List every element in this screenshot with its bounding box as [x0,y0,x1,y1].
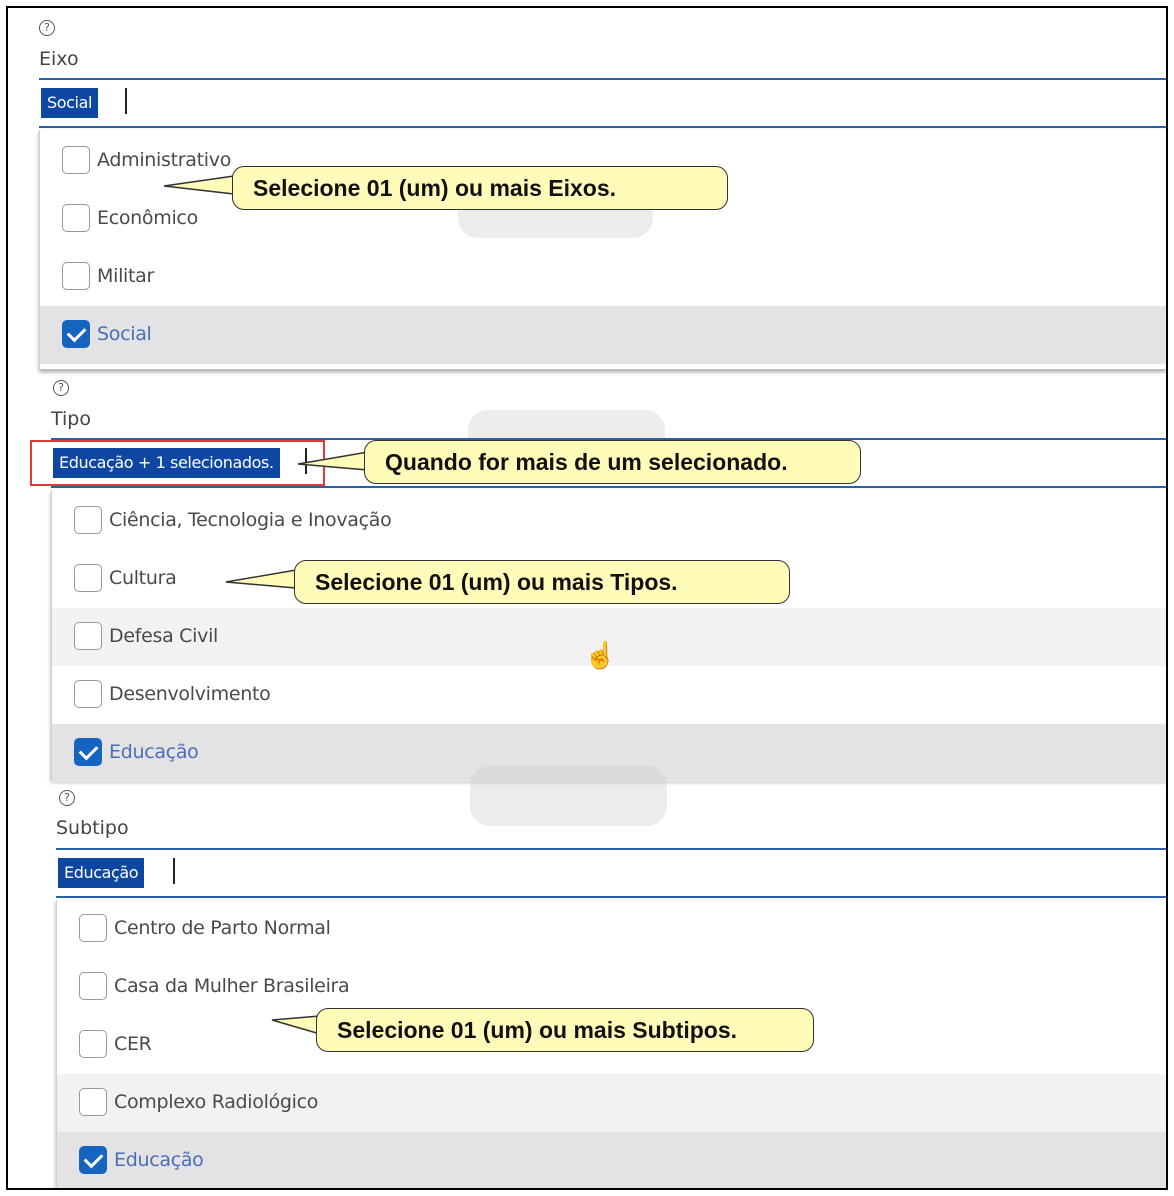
checkbox[interactable] [62,204,90,232]
help-icon[interactable]: ? [53,380,69,396]
checkbox[interactable] [74,622,102,650]
tipo-option[interactable]: Desenvolvimento [52,666,1166,724]
subtipo-label: Subtipo [56,817,129,839]
checkbox[interactable] [74,564,102,592]
option-label: Defesa Civil [109,625,219,647]
checkbox-checked[interactable] [74,738,102,766]
eixo-selected-chip[interactable]: Social [41,88,99,118]
checkbox[interactable] [62,146,90,174]
option-label: Desenvolvimento [109,683,271,705]
text-cursor [173,858,175,884]
eixo-option-selected[interactable]: Social [40,306,1166,364]
text-cursor [125,88,127,114]
checkbox[interactable] [79,1088,107,1116]
option-label: Cultura [109,567,177,589]
checkbox-checked[interactable] [79,1146,107,1174]
checkbox-checked[interactable] [62,320,90,348]
subtipo-option-selected[interactable]: Educação [57,1132,1166,1188]
subtipo-option[interactable]: Centro de Parto Normal [57,900,1166,958]
option-label: Casa da Mulher Brasileira [114,975,350,997]
checkbox[interactable] [79,914,107,942]
tipo-callout: Selecione 01 (um) ou mais Tipos. [294,560,790,604]
subtipo-selected-chip[interactable]: Educação [58,858,145,888]
checkbox[interactable] [79,1030,107,1058]
option-label: Educação [114,1149,204,1171]
option-label: CER [114,1033,152,1055]
option-label: Centro de Parto Normal [114,917,331,939]
checkbox[interactable] [62,262,90,290]
option-label: Ciência, Tecnologia e Inovação [109,509,392,531]
option-label: Militar [97,265,155,287]
eixo-option[interactable]: Militar [40,248,1166,306]
help-icon[interactable]: ? [39,20,55,36]
tipo-option[interactable]: Ciência, Tecnologia e Inovação [52,492,1166,550]
option-label: Econômico [97,207,198,229]
option-label: Complexo Radiológico [114,1091,319,1113]
option-label: Educação [109,741,199,763]
checkbox[interactable] [74,680,102,708]
tipo-dropdown: Ciência, Tecnologia e Inovação Cultura D… [51,490,1166,782]
subtipo-option[interactable]: Complexo Radiológico [57,1074,1166,1132]
checkbox[interactable] [79,972,107,1000]
option-label: Administrativo [97,149,232,171]
checkbox[interactable] [74,506,102,534]
screenshot-frame: ? Eixo Social Administrativo Econômico M… [6,6,1168,1190]
eixo-select[interactable]: Social [39,78,1166,128]
eixo-label: Eixo [39,48,79,70]
hand-pointer-icon: ☝ [584,640,617,670]
option-label: Social [97,323,152,345]
tipo-label: Tipo [51,408,91,430]
help-icon[interactable]: ? [59,790,75,806]
floating-toolbar-shadow [470,766,667,826]
tipo-multi-callout: Quando for mais de um selecionado. [364,440,861,484]
subtipo-select[interactable]: Educação [56,848,1166,898]
highlight-box [30,440,325,486]
subtipo-callout: Selecione 01 (um) ou mais Subtipos. [316,1008,814,1052]
eixo-callout: Selecione 01 (um) ou mais Eixos. [232,166,728,210]
